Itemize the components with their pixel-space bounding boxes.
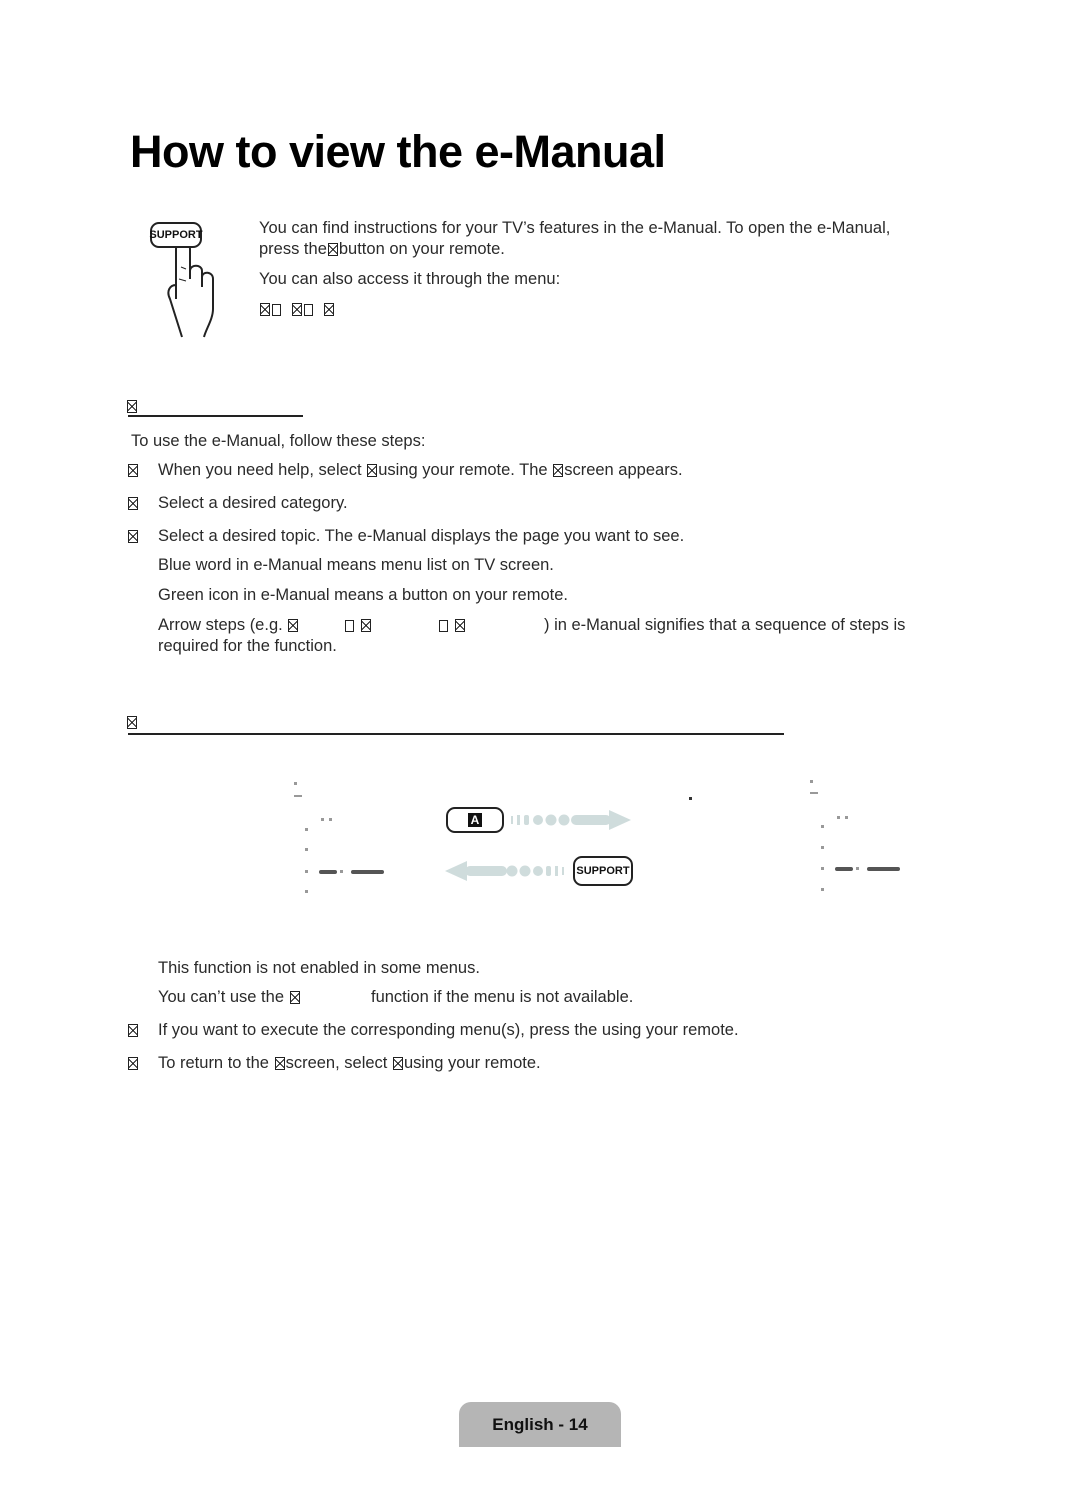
missing-glyph-icon [392, 1057, 403, 1070]
missing-glyph-icon [289, 991, 300, 1004]
step-number-1 [127, 460, 139, 481]
missing-glyph-icon [454, 619, 465, 632]
diagram-marker [689, 797, 692, 800]
arrow-glyph-icon [272, 304, 281, 316]
heading-glyph-icon [127, 716, 137, 729]
arrow-right-icon [511, 810, 631, 830]
page-number-tab: English - 14 [459, 1402, 621, 1447]
try-now-diagram: A SUPPORT [285, 775, 925, 900]
intro-line-3: You can also access it through the menu: [259, 270, 561, 288]
remote-hand-illustration: SUPPORT [146, 219, 236, 339]
section-1-heading [126, 398, 138, 414]
menu-path [259, 299, 335, 320]
note-2-start: You can’t use the [158, 988, 284, 1006]
intro-line-2: press the button on your remote. [259, 239, 505, 260]
menu-glyph-icon [292, 303, 303, 316]
step-number-3 [127, 526, 139, 547]
heading-glyph-icon [127, 400, 137, 413]
arrow-glyph-icon [344, 620, 354, 632]
step-return-middle: screen, select [285, 1054, 388, 1072]
step-number-2 [127, 493, 139, 514]
step-1-middle: using your remote. The [378, 461, 548, 479]
step-return-end: using your remote. [403, 1054, 541, 1072]
missing-glyph-icon [327, 243, 338, 256]
step-2: Select a desired category. [158, 494, 348, 512]
arrow-note-start: Arrow steps (e.g. [158, 616, 283, 634]
step-1-start: When you need help, select [158, 461, 362, 479]
note-blue-word: Blue word in e-Manual means menu list on… [158, 556, 554, 574]
note-2-end: function if the menu is not available. [371, 988, 634, 1006]
step-3: Select a desired topic. The e-Manual dis… [158, 527, 685, 545]
step-1-end: screen appears. [564, 461, 683, 479]
note-not-enabled: This function is not enabled in some men… [158, 959, 480, 977]
section-2-heading [126, 714, 138, 730]
intro-line-2-end: button on your remote. [338, 240, 505, 258]
support-button: SUPPORT [149, 222, 203, 248]
note-green-icon: Green icon in e-Manual means a button on… [158, 586, 568, 604]
note-not-available: You can’t use the [158, 987, 301, 1008]
step-number-icon [128, 464, 138, 477]
arrow-note-line-2: required for the function. [158, 637, 337, 655]
missing-glyph-icon [274, 1057, 285, 1070]
missing-glyph-icon [360, 619, 371, 632]
missing-glyph-icon [288, 619, 299, 632]
menu-glyph-icon [260, 303, 270, 316]
intro-line-2-start: press the [259, 240, 327, 258]
support-diagram-button: SUPPORT [573, 856, 633, 886]
step-return: To return to the screen, select using yo… [158, 1053, 541, 1074]
a-button: A [446, 807, 504, 833]
note-arrow-steps: Arrow steps (e.g. [158, 615, 466, 636]
missing-glyph-icon [367, 464, 378, 477]
step-number-5 [127, 1053, 139, 1074]
step-number-icon [128, 1057, 138, 1070]
step-number-icon [128, 497, 138, 510]
arrow-left-icon [445, 861, 564, 881]
step-execute-menu: If you want to execute the corresponding… [158, 1021, 739, 1039]
page-title: How to view the e-Manual [130, 126, 666, 177]
step-number-icon [128, 1024, 138, 1037]
arrow-glyph-icon [304, 304, 314, 316]
section-1-lead: To use the e-Manual, follow these steps: [131, 432, 426, 450]
arrow-note-end: ) in e-Manual signifies that a sequence … [544, 616, 906, 634]
menu-glyph-icon [324, 303, 335, 316]
step-return-start: To return to the [158, 1054, 269, 1072]
step-number-icon [128, 530, 138, 543]
step-number-4 [127, 1020, 139, 1041]
section-2-rule [128, 733, 784, 735]
section-1-rule [128, 415, 303, 417]
a-button-label: A [467, 813, 483, 827]
missing-glyph-icon [553, 464, 564, 477]
step-1: When you need help, select using your re… [158, 460, 683, 481]
arrow-glyph-icon [439, 620, 449, 632]
intro-line-1: You can find instructions for your TV’s … [259, 219, 891, 237]
